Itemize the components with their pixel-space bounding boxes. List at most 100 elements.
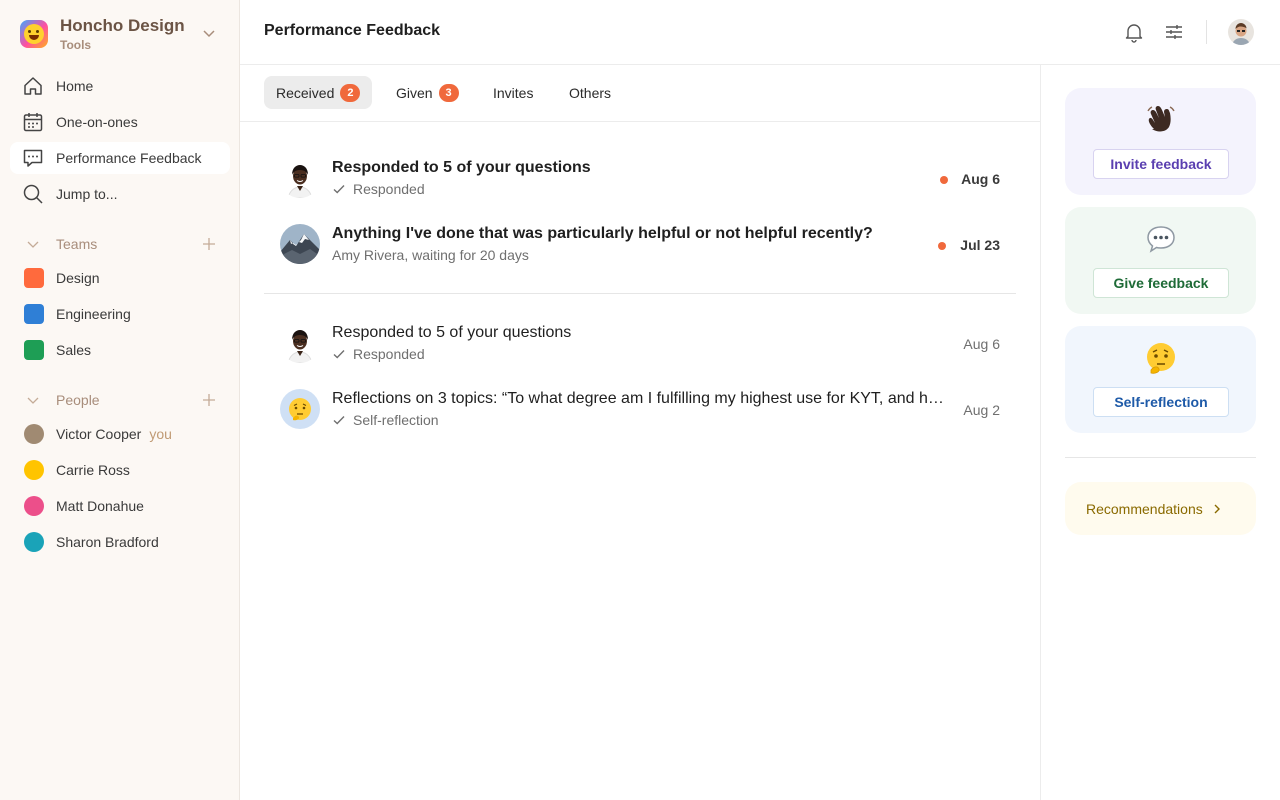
home-icon: [22, 75, 44, 97]
person-item-victor-cooper[interactable]: Victor Cooper you: [10, 418, 230, 450]
mountain-avatar: [280, 224, 320, 264]
page-title: Performance Feedback: [264, 22, 441, 39]
person-color-dot: [24, 532, 44, 552]
search-icon: [22, 183, 44, 205]
person-label: Victor Cooper: [56, 426, 142, 442]
team-item-engineering[interactable]: Engineering: [10, 298, 230, 330]
thinking-face-avatar: [280, 389, 320, 429]
self-reflection-card: Self-reflection: [1065, 326, 1256, 433]
tab-given-label: Given: [396, 84, 433, 101]
feedback-date: Aug 6: [961, 171, 1000, 187]
team-color-swatch: [24, 304, 44, 324]
feedback-status: Amy Rivera, waiting for 20 days: [332, 247, 529, 263]
feedback-title: Responded to 5 of your questions: [332, 159, 591, 176]
nav-performance-feedback[interactable]: Performance Feedback: [10, 142, 230, 174]
person-avatar: [280, 158, 320, 198]
teams-list: Design Engineering Sales: [10, 262, 230, 370]
checkmark-icon: [333, 185, 345, 194]
invite-feedback-button[interactable]: Invite feedback: [1093, 149, 1229, 179]
add-person-icon[interactable]: [202, 393, 216, 407]
workspace-logo: [20, 20, 48, 48]
sliders-icon[interactable]: [1163, 21, 1185, 43]
give-feedback-button[interactable]: Give feedback: [1093, 268, 1229, 298]
waving-hand-icon: [1065, 102, 1256, 138]
chevron-right-icon: [1214, 504, 1220, 513]
team-item-design[interactable]: Design: [10, 262, 230, 294]
chevron-down-icon[interactable]: [26, 393, 40, 407]
feedback-date: Aug 2: [963, 402, 1000, 418]
workspace-name: Honcho Design: [60, 16, 185, 35]
user-avatar[interactable]: [1228, 19, 1254, 45]
person-item-matt-donahue[interactable]: Matt Donahue: [10, 490, 230, 522]
unread-feedback-list: Responded to 5 of your questions Respond…: [264, 146, 1016, 278]
tab-others-label: Others: [569, 84, 612, 101]
feedback-subtitle: Responded: [353, 346, 425, 362]
nav-performance-feedback-label: Performance Feedback: [56, 150, 202, 166]
you-tag: you: [149, 426, 172, 442]
feedback-tabs: Received 2 Given 3 Invites Others: [240, 65, 1040, 122]
people-list: Victor Cooper you Carrie Ross Matt Donah…: [10, 418, 230, 562]
feedback-title: Reflections on 3 topics: “To what degree…: [332, 390, 952, 407]
team-label: Engineering: [56, 306, 131, 322]
person-label: Sharon Bradford: [56, 534, 159, 550]
panel-divider: [1065, 457, 1256, 458]
unread-dot: [938, 242, 946, 250]
read-feedback-list: Responded to 5 of your questions Respond…: [264, 311, 1016, 443]
feedback-subtitle: Self-reflection: [353, 412, 439, 428]
tab-others[interactable]: Others: [557, 76, 623, 109]
people-section-header[interactable]: People: [10, 388, 230, 412]
recommendations-label: Recommendations: [1086, 500, 1203, 517]
top-header: Performance Feedback: [240, 0, 1280, 65]
nav-jump-to[interactable]: Jump to...: [10, 178, 230, 210]
teams-section-header[interactable]: Teams: [10, 232, 230, 256]
team-label: Sales: [56, 342, 92, 358]
team-color-swatch: [24, 340, 44, 360]
chevron-down-icon[interactable]: [202, 26, 216, 40]
tab-invites[interactable]: Invites: [481, 76, 545, 109]
feedback-row[interactable]: Responded to 5 of your questions Respond…: [264, 146, 1016, 212]
main-nav: Home One-on-ones Performance Feedback Ju…: [10, 70, 230, 214]
feedback-row[interactable]: Anything I've done that was particularly…: [264, 212, 1016, 278]
self-reflection-button[interactable]: Self-reflection: [1093, 387, 1229, 417]
chevron-down-icon[interactable]: [26, 237, 40, 251]
feedback-status: Responded: [332, 346, 425, 362]
person-item-carrie-ross[interactable]: Carrie Ross: [10, 454, 230, 486]
feedback-row[interactable]: Responded to 5 of your questions Respond…: [264, 311, 1016, 377]
add-team-icon[interactable]: [202, 237, 216, 251]
person-label: Carrie Ross: [56, 462, 130, 478]
feedback-title: Responded to 5 of your questions: [332, 324, 572, 341]
nav-one-on-ones[interactable]: One-on-ones: [10, 106, 230, 138]
person-label: Matt Donahue: [56, 498, 144, 514]
actions-panel: Invite feedback Give feedback Self-refle…: [1040, 65, 1280, 800]
speech-bubble-icon: [1065, 221, 1256, 257]
tab-given[interactable]: Given 3: [384, 76, 471, 109]
feedback-subtitle: Responded: [353, 181, 425, 197]
feedback-subtitle: Amy Rivera, waiting for 20 days: [332, 247, 529, 263]
feedback-date: Aug 6: [963, 336, 1000, 352]
nav-home[interactable]: Home: [10, 70, 230, 102]
person-avatar: [280, 323, 320, 363]
team-color-swatch: [24, 268, 44, 288]
recommendations-link[interactable]: Recommendations: [1065, 482, 1256, 535]
feedback-row[interactable]: Reflections on 3 topics: “To what degree…: [264, 377, 1016, 443]
team-label: Design: [56, 270, 100, 286]
tab-received[interactable]: Received 2: [264, 76, 373, 109]
teams-heading: Teams: [56, 236, 98, 252]
give-feedback-card: Give feedback: [1065, 207, 1256, 314]
checkmark-icon: [333, 350, 345, 359]
person-color-dot: [24, 496, 44, 516]
calendar-icon: [22, 111, 44, 133]
team-item-sales[interactable]: Sales: [10, 334, 230, 366]
tab-invites-label: Invites: [493, 84, 534, 101]
bell-icon[interactable]: [1123, 21, 1145, 43]
person-color-dot: [24, 424, 44, 444]
workspace-switcher[interactable]: Honcho Design Tools: [20, 16, 220, 56]
nav-jump-to-label: Jump to...: [56, 186, 118, 202]
nav-one-on-ones-label: One-on-ones: [56, 114, 138, 130]
nav-home-label: Home: [56, 78, 94, 94]
chat-icon: [22, 147, 44, 169]
person-item-sharon-bradford[interactable]: Sharon Bradford: [10, 526, 230, 558]
feedback-title: Anything I've done that was particularly…: [332, 225, 873, 242]
people-heading: People: [56, 392, 100, 408]
feedback-date: Jul 23: [960, 237, 1000, 253]
